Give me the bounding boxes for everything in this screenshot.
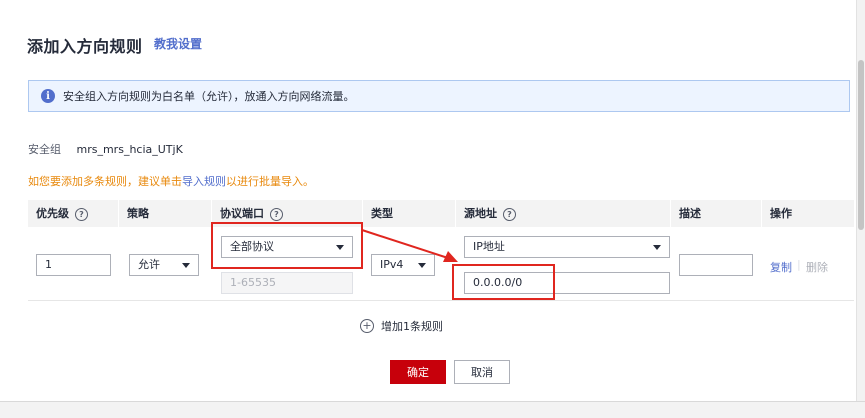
security-group-label: 安全组 <box>28 143 61 156</box>
header-type: 类型 <box>371 207 393 220</box>
policy-chevron-down-icon <box>182 263 190 268</box>
header-policy: 策略 <box>127 207 149 220</box>
info-text: 安全组入方向规则为白名单（允许），放通入方向网络流量。 <box>63 90 355 103</box>
source-type-select[interactable]: IP地址 <box>464 236 670 258</box>
plus-circle-icon: + <box>360 319 374 333</box>
protocol-select-value: 全部协议 <box>230 240 274 253</box>
description-input[interactable] <box>679 254 753 276</box>
port-input[interactable]: 1-65535 <box>221 272 353 294</box>
header-protocol-port: 协议端口? <box>212 200 362 227</box>
background-page-strip <box>0 401 865 418</box>
add-inbound-rule-dialog: 添加入方向规则 教我设置 i 安全组入方向规则为白名单（允许），放通入方向网络流… <box>0 0 857 402</box>
source-type-chevron-down-icon <box>653 245 661 250</box>
priority-input[interactable]: 1 <box>36 254 111 276</box>
security-group-value: mrs_mrs_hcia_UTjK <box>76 143 183 156</box>
tip-prefix: 如您要添加多条规则，建议单击 <box>28 175 182 188</box>
annotation-arrow-icon <box>361 229 458 262</box>
cancel-button[interactable]: 取消 <box>454 360 510 384</box>
priority-help-icon[interactable]: ? <box>75 207 88 221</box>
import-rules-link[interactable]: 导入规则 <box>182 175 226 188</box>
tip-suffix: 以进行批量导入。 <box>226 175 314 188</box>
protocol-chevron-down-icon <box>336 245 344 250</box>
dialog-title: 添加入方向规则 <box>27 37 143 56</box>
help-link[interactable]: 教我设置 <box>154 35 202 52</box>
protocol-port-help-icon[interactable]: ? <box>270 207 283 221</box>
header-actions: 操作 <box>770 207 792 220</box>
header-source-label: 源地址 <box>464 207 497 220</box>
source-address-input[interactable]: 0.0.0.0/0 <box>464 272 670 294</box>
rule-table-header: 优先级? 策略 协议端口? 类型 源地址? 描述 操作 <box>28 200 854 227</box>
header-priority-label: 优先级 <box>36 207 69 220</box>
policy-select-value: 允许 <box>138 258 160 271</box>
source-type-select-value: IP地址 <box>473 240 505 253</box>
row-divider <box>28 300 854 301</box>
header-description: 描述 <box>679 207 701 220</box>
copy-rule-link[interactable]: 复制 <box>770 259 792 275</box>
add-rule-button[interactable]: + 增加1条规则 <box>360 318 443 334</box>
bulk-import-tip: 如您要添加多条规则，建议单击导入规则以进行批量导入。 <box>28 173 314 189</box>
scrollbar-thumb[interactable] <box>858 60 864 230</box>
info-icon: i <box>41 89 55 103</box>
header-protocol-port-label: 协议端口 <box>220 207 264 220</box>
security-group-row: 安全组 mrs_mrs_hcia_UTjK <box>28 141 183 157</box>
info-banner: i 安全组入方向规则为白名单（允许），放通入方向网络流量。 <box>28 80 850 112</box>
confirm-button[interactable]: 确定 <box>390 360 446 384</box>
action-separator: | <box>797 258 801 271</box>
policy-select[interactable]: 允许 <box>129 254 199 276</box>
delete-rule-link[interactable]: 删除 <box>806 259 828 275</box>
source-help-icon[interactable]: ? <box>503 207 516 221</box>
page-scrollbar[interactable] <box>856 0 865 418</box>
header-priority: 优先级? <box>28 200 118 227</box>
protocol-select[interactable]: 全部协议 <box>221 236 353 258</box>
header-source: 源地址? <box>456 200 670 227</box>
add-rule-label: 增加1条规则 <box>381 320 443 333</box>
